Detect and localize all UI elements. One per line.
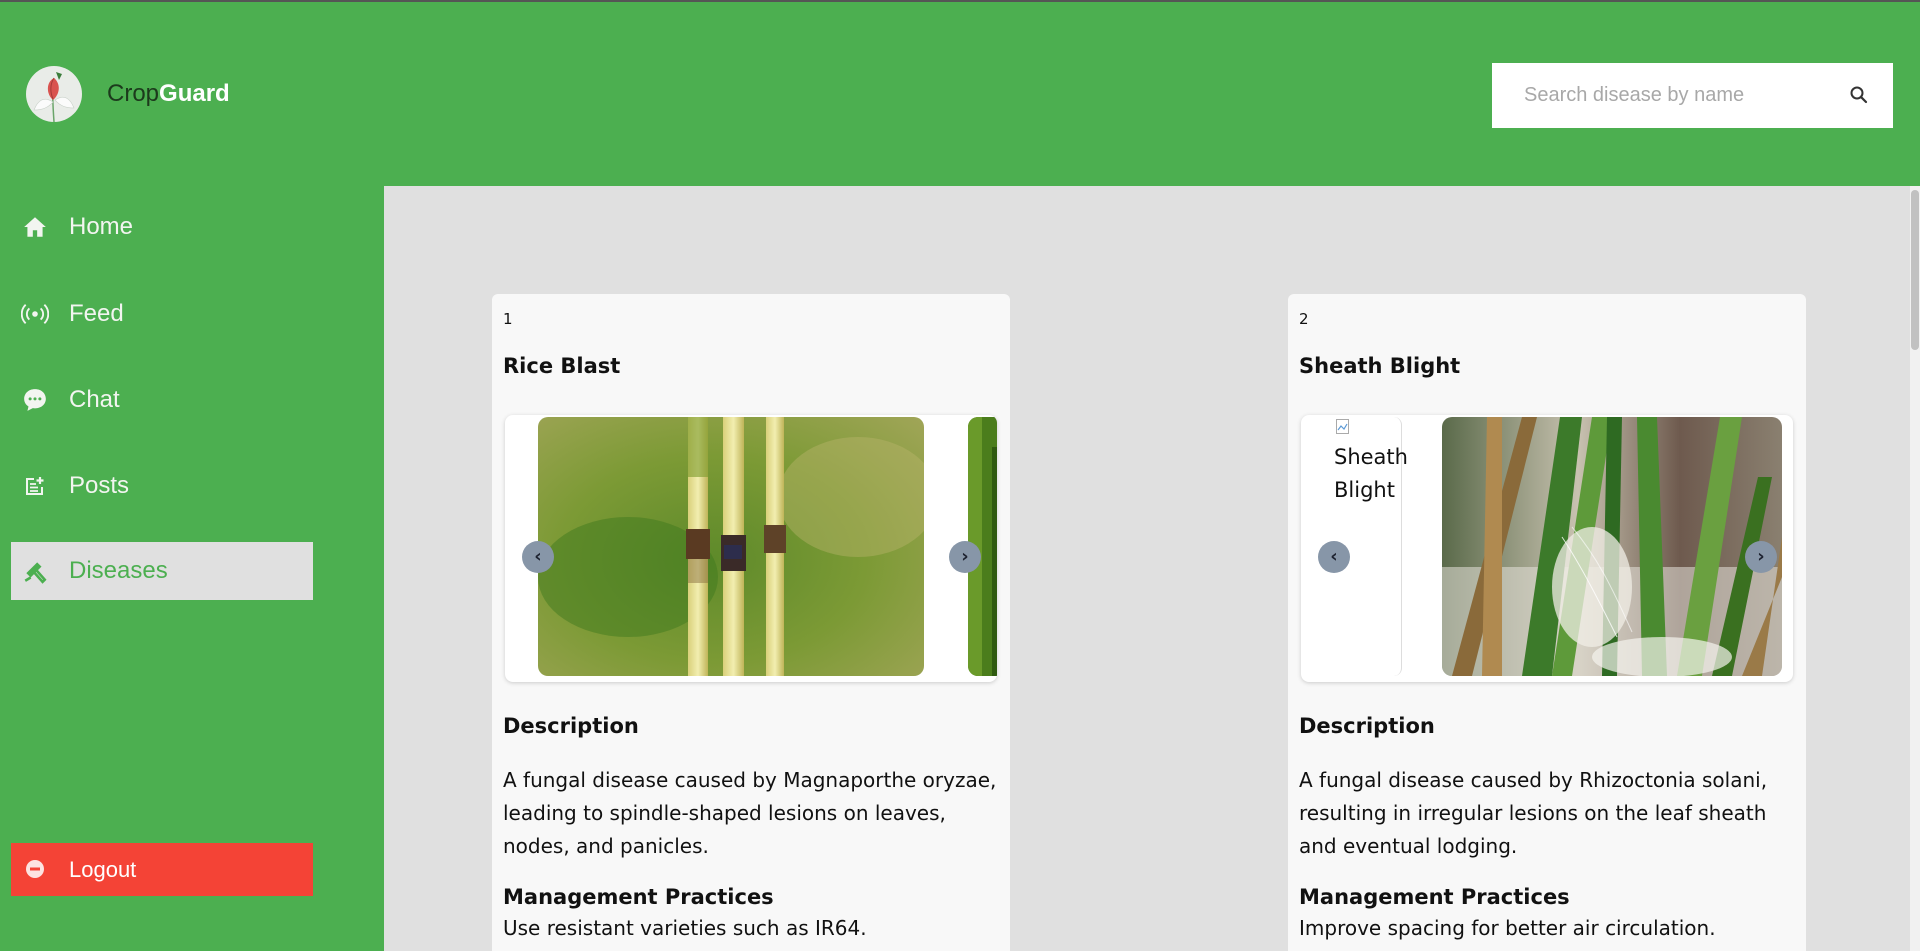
nav-item-feed[interactable]: Feed xyxy=(11,285,313,343)
home-icon xyxy=(21,213,49,241)
management-practices: Use resistant varieties such as IR64. xyxy=(503,916,867,940)
management-practices: Improve spacing for better air circulati… xyxy=(1299,916,1716,940)
nav-label: Chat xyxy=(69,386,120,413)
disease-name: Sheath Blight xyxy=(1299,354,1461,378)
disease-icon xyxy=(21,557,49,585)
brand-part-crop: Crop xyxy=(107,80,160,107)
disease-card: 2 Sheath Blight Sheath Blight ‹ › Descri… xyxy=(1288,294,1806,951)
logout-label: Logout xyxy=(69,856,137,882)
chevron-left-icon: ‹ xyxy=(1330,546,1338,567)
sidebar: Home Feed Chat Posts Diseases Logout xyxy=(0,186,384,951)
disease-image xyxy=(538,417,924,676)
search-icon[interactable] xyxy=(1847,83,1871,107)
app-logo xyxy=(26,66,82,122)
nav-item-posts[interactable]: Posts xyxy=(11,457,313,515)
page-scrollbar[interactable] xyxy=(1910,186,1920,951)
disease-list: 1 Rice Blast ‹ › Description A fungal di… xyxy=(384,186,1915,951)
image-carousel: Sheath Blight ‹ › xyxy=(1301,415,1793,682)
disease-number: 1 xyxy=(503,310,513,328)
chevron-right-icon: › xyxy=(961,546,969,567)
chat-bubble-icon xyxy=(21,386,49,414)
nav-label: Home xyxy=(69,213,134,240)
description-heading: Description xyxy=(1299,714,1435,738)
disease-image xyxy=(1442,417,1782,676)
disease-description: A fungal disease caused by Rhizoctonia s… xyxy=(1299,768,1768,858)
disease-number: 2 xyxy=(1299,310,1309,328)
carousel-next-button[interactable]: › xyxy=(949,541,981,573)
carousel-next-button[interactable]: › xyxy=(1745,541,1777,573)
carousel-prev-button[interactable]: ‹ xyxy=(1318,541,1350,573)
search-box xyxy=(1492,63,1893,128)
carousel-prev-button[interactable]: ‹ xyxy=(522,541,554,573)
nav-label: Posts xyxy=(69,472,130,499)
post-add-icon xyxy=(21,472,49,500)
nav-item-chat[interactable]: Chat xyxy=(11,371,313,429)
disease-card: 1 Rice Blast ‹ › Description A fungal di… xyxy=(492,294,1010,951)
search-input[interactable] xyxy=(1524,63,1844,128)
app-header: CropGuard xyxy=(0,2,1920,186)
nav-label: Diseases xyxy=(69,557,168,584)
broadcast-icon xyxy=(21,300,49,328)
disease-description: A fungal disease caused by Magnaporthe o… xyxy=(503,768,997,858)
nav-item-home[interactable]: Home xyxy=(11,198,313,256)
logout-icon xyxy=(25,859,47,881)
brand-part-guard: Guard xyxy=(159,80,230,107)
logout-button[interactable]: Logout xyxy=(11,843,313,896)
scrollbar-thumb[interactable] xyxy=(1911,190,1919,350)
management-heading: Management Practices xyxy=(1299,885,1570,909)
nav-item-diseases[interactable]: Diseases xyxy=(11,542,313,600)
chevron-right-icon: › xyxy=(1757,546,1765,567)
description-heading: Description xyxy=(503,714,639,738)
chevron-left-icon: ‹ xyxy=(534,546,542,567)
image-carousel: ‹ › xyxy=(505,415,997,682)
app-brand-name: CropGuard xyxy=(107,80,230,108)
management-heading: Management Practices xyxy=(503,885,774,909)
disease-name: Rice Blast xyxy=(503,354,621,378)
image-alt-text: Sheath Blight xyxy=(1334,445,1408,502)
nav-label: Feed xyxy=(69,300,124,327)
